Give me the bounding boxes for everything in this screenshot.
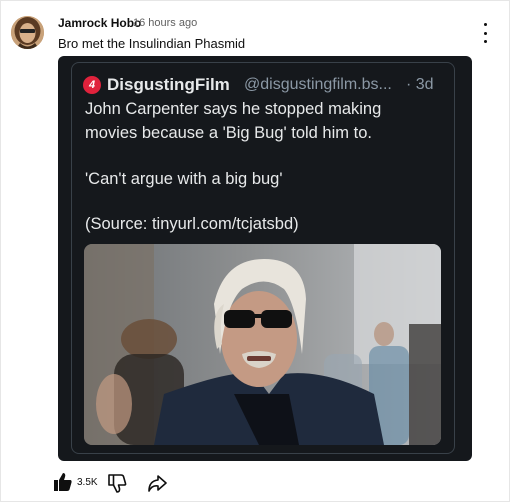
post-time: · 3d (406, 76, 434, 93)
disgustingfilm-logo-icon: 4 (83, 76, 101, 94)
comment-author[interactable]: Jamrock Hobo (58, 16, 141, 30)
post-image[interactable] (84, 244, 441, 445)
post-text-line: John Carpenter says he stopped making (85, 100, 382, 118)
share-icon[interactable] (147, 473, 167, 493)
comment-timestamp[interactable]: 16 hours ago (133, 17, 197, 29)
like-count: 3.5K (77, 477, 98, 488)
thumbs-down-icon[interactable] (107, 473, 127, 493)
comment-card: Jamrock Hobo 16 hours ago Bro met the In… (0, 0, 510, 502)
comment-text: Bro met the Insulindian Phasmid (58, 36, 246, 51)
post-text-line: 'Can't argue with a big bug' (85, 170, 283, 188)
post-source-handle[interactable]: @disgustingfilm.bs... (244, 76, 392, 94)
avatar[interactable] (11, 16, 44, 49)
thumbs-up-icon[interactable] (53, 472, 73, 492)
post-text-line: movies because a 'Big Bug' told him to. (85, 124, 372, 142)
more-vertical-icon[interactable] (477, 23, 493, 43)
post-source-name[interactable]: DisgustingFilm (107, 75, 230, 95)
post-source-link[interactable]: (Source: tinyurl.com/tcjatsbd) (85, 215, 299, 234)
